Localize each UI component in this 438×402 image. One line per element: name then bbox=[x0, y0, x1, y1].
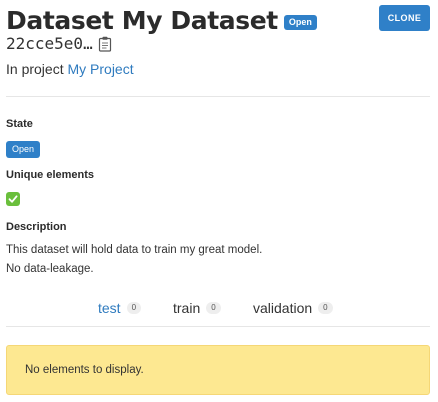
clone-button[interactable]: CLONE bbox=[379, 5, 430, 31]
project-link[interactable]: My Project bbox=[67, 61, 133, 77]
tab-count-badge: 0 bbox=[318, 302, 333, 314]
page-title: Dataset My Dataset bbox=[6, 6, 278, 35]
description-line-2: No data-leakage. bbox=[6, 263, 94, 275]
tab-validation[interactable]: validation 0 bbox=[253, 300, 333, 316]
project-prefix: In project bbox=[6, 61, 64, 77]
empty-state-message: No elements to display. bbox=[25, 364, 144, 376]
state-label: State bbox=[6, 118, 33, 130]
tab-label: train bbox=[173, 300, 201, 316]
dataset-id: 22cce5e0… bbox=[6, 34, 93, 53]
dataset-id-row: 22cce5e0… bbox=[6, 34, 112, 53]
tab-label: test bbox=[98, 300, 121, 316]
status-badge: Open bbox=[283, 14, 317, 30]
tab-train[interactable]: train 0 bbox=[173, 300, 221, 316]
tab-label: validation bbox=[253, 300, 313, 316]
description-line-1: This dataset will hold data to train my … bbox=[6, 244, 263, 256]
divider bbox=[6, 326, 430, 327]
description-label: Description bbox=[6, 221, 67, 233]
divider bbox=[6, 96, 430, 97]
tab-test[interactable]: test 0 bbox=[98, 300, 142, 316]
project-line: In project My Project bbox=[6, 61, 134, 77]
split-tabs: test 0 train 0 validation 0 bbox=[0, 300, 438, 320]
clipboard-icon[interactable] bbox=[98, 36, 112, 52]
empty-state-alert: No elements to display. bbox=[6, 345, 430, 395]
unique-elements-label: Unique elements bbox=[6, 169, 95, 181]
check-mark-icon bbox=[6, 192, 20, 206]
tab-count-badge: 0 bbox=[206, 302, 221, 314]
state-badge: Open bbox=[6, 141, 41, 158]
tab-count-badge: 0 bbox=[126, 302, 142, 314]
page-header: Dataset My Dataset Open bbox=[6, 6, 317, 35]
